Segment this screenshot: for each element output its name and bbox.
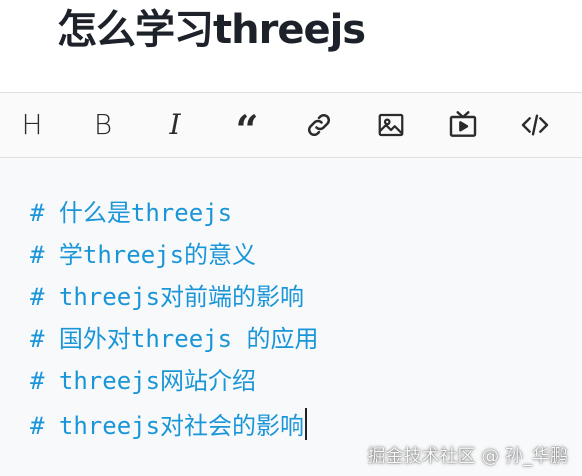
heading-button[interactable]: H [14,107,50,143]
editor-line-text: # threejs对社会的影响 [30,412,305,440]
italic-icon: I [169,108,181,141]
video-button[interactable] [445,107,481,143]
editor-line-last[interactable]: # threejs对社会的影响 [30,408,308,440]
title-area: 怎么学习threejs [0,0,582,92]
editor-toolbar: H B I “ [0,92,582,158]
quote-button[interactable]: “ [229,107,265,151]
bold-button[interactable]: B [85,107,121,143]
code-button[interactable] [517,107,553,143]
image-button[interactable] [373,107,409,143]
link-icon [307,113,331,137]
bold-icon: B [93,108,113,141]
editor-line[interactable]: # 学threejs的意义 [30,240,256,270]
heading-icon: H [21,108,43,141]
editor-line[interactable]: # 国外对threejs 的应用 [30,324,319,354]
editor-line[interactable]: # threejs网站介绍 [30,366,256,396]
watermark: 掘金技术社区 @ 孙_华鹏 [367,446,568,467]
image-icon [378,113,404,137]
video-icon [449,111,477,137]
editor-line[interactable]: # 什么是threejs [30,198,232,228]
quote-icon: “ [235,107,259,154]
code-icon [521,114,549,136]
markdown-editor[interactable]: # 什么是threejs # 学threejs的意义 # threejs对前端的… [0,158,582,476]
italic-button[interactable]: I [157,107,193,143]
link-button[interactable] [301,107,337,143]
editor-line[interactable]: # threejs对前端的影响 [30,282,304,312]
article-title[interactable]: 怎么学习threejs [57,4,366,56]
text-caret [305,408,308,440]
